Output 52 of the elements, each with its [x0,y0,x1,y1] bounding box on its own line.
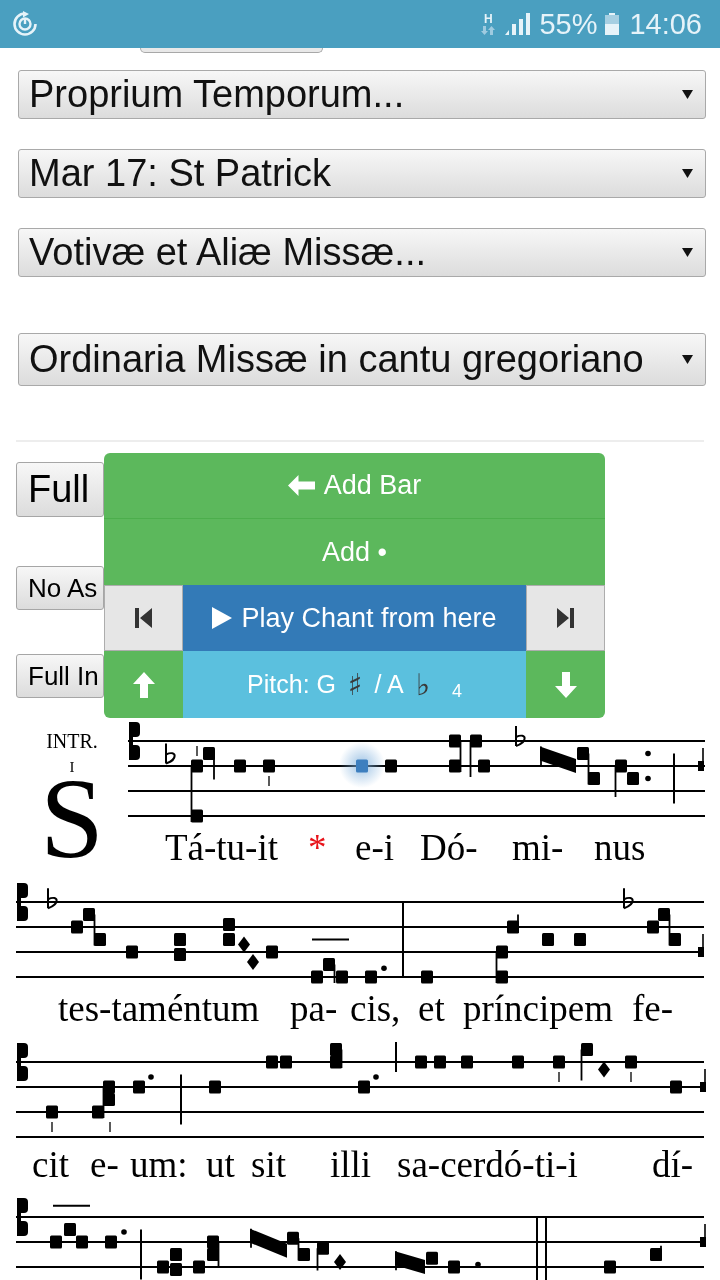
pitch-display: Pitch: G ♯ / A ♭ 4 [183,651,526,718]
up-arrow-icon [132,671,155,698]
option-button[interactable]: Full In [16,654,104,698]
skip-forward-icon [557,608,574,628]
option-button[interactable]: No As [16,566,104,610]
lyric-text: mi- [512,827,564,868]
lyric-text: príncipem [463,988,613,1029]
skip-back-icon [135,608,152,628]
dropdown-caret-icon [682,90,693,99]
initial-letter: S [40,778,104,860]
signal-icon [505,13,531,35]
play-icon [212,607,233,629]
sync-icon [12,11,38,37]
lyric-text: Dó- [420,827,478,868]
dropdown[interactable]: Mar 17: St Patrick [18,149,706,198]
down-arrow-icon [554,671,577,698]
lyric-text: e- [90,1144,119,1185]
lyric-text: Tá-tu-it [165,827,278,868]
lyric-text: e-i [355,827,395,868]
lyric-text: pa- [290,988,338,1029]
lyric-text: um: [130,1144,188,1185]
data-arrows-icon [481,26,496,35]
partial-button[interactable] [140,48,323,53]
previous-note-button[interactable] [104,585,183,651]
lyric-text: et [418,988,445,1029]
dropdown-caret-icon [682,248,693,257]
mode-number: I [69,761,75,773]
play-button[interactable]: Play Chant from here [183,585,526,651]
battery-percentage: 55% [539,7,598,41]
lyric-text: nus [594,827,646,868]
lyric-asterisk: * [308,827,327,868]
lyric-text: ut [206,1144,235,1185]
left-arrow-icon [287,475,315,496]
option-button[interactable]: Full [16,462,104,517]
battery-icon [605,13,620,35]
dropdown[interactable]: Proprium Temporum... [18,70,706,119]
dropdown-caret-icon [682,355,693,364]
dropdown[interactable]: Ordinaria Missæ in cantu gregoriano [18,333,706,386]
lyric-text: cis, [350,988,401,1029]
mode-label: INTR. [46,733,98,749]
lyric-text: illi [330,1144,372,1185]
clock: 14:06 [629,7,702,41]
network-type-label: H [484,13,493,26]
next-note-button[interactable] [526,585,605,651]
lyric-text: sa-cerdó-ti-i [397,1144,578,1185]
lyric-text: dí- [652,1144,694,1185]
lyric-text: cit [32,1144,69,1185]
dropdown[interactable]: Votivæ et Aliæ Missæ... [18,228,706,277]
lyric-text: tes-taméntum [58,988,260,1029]
lyric-text: fe- [632,988,674,1029]
dropdown-caret-icon [682,169,693,178]
lyric-text: sit [251,1144,286,1185]
